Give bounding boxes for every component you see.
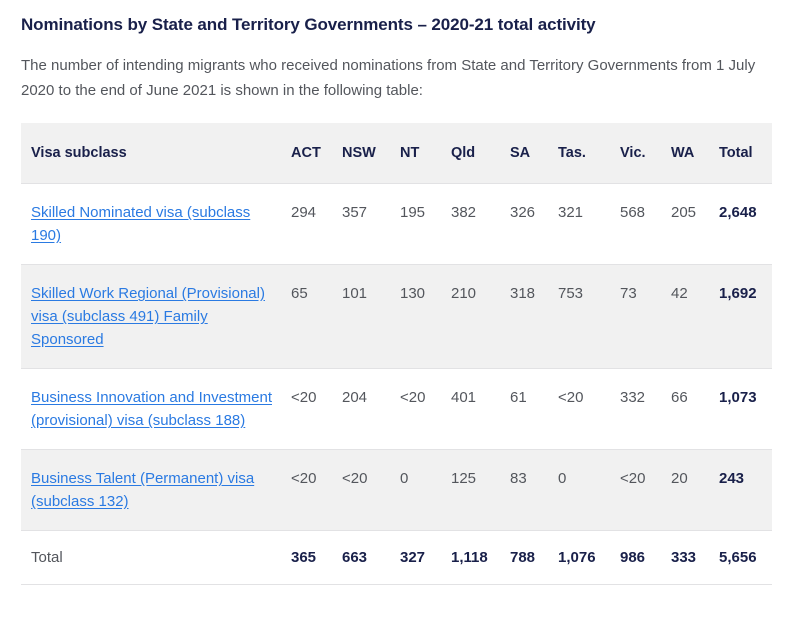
table-row: Skilled Work Regional (Provisional) visa… bbox=[21, 264, 772, 369]
table-footer: Total 365 663 327 1,118 788 1,076 986 33… bbox=[21, 530, 772, 586]
cell-sa: 83 bbox=[510, 449, 558, 531]
cell-nt: 0 bbox=[400, 449, 451, 531]
cell-wa: 42 bbox=[671, 264, 719, 369]
cell-act: <20 bbox=[291, 449, 342, 531]
cell-nt: 195 bbox=[400, 183, 451, 265]
cell-nsw: 357 bbox=[342, 183, 400, 265]
page-container: Nominations by State and Territory Gover… bbox=[0, 0, 792, 586]
row-label-cell: Business Talent (Permanent) visa (subcla… bbox=[21, 449, 291, 531]
column-header-wa: WA bbox=[671, 123, 719, 184]
table-footer-row: Total 365 663 327 1,118 788 1,076 986 33… bbox=[21, 530, 772, 586]
cell-tas: 321 bbox=[558, 183, 620, 265]
footer-cell-nsw: 663 bbox=[342, 530, 400, 586]
footer-cell-sa: 788 bbox=[510, 530, 558, 586]
column-header-qld: Qld bbox=[451, 123, 510, 184]
cell-nsw: <20 bbox=[342, 449, 400, 531]
cell-vic: 73 bbox=[620, 264, 671, 369]
cell-vic: 568 bbox=[620, 183, 671, 265]
cell-sa: 61 bbox=[510, 368, 558, 450]
cell-vic: <20 bbox=[620, 449, 671, 531]
cell-wa: 205 bbox=[671, 183, 719, 265]
cell-tas: 0 bbox=[558, 449, 620, 531]
cell-tas: <20 bbox=[558, 368, 620, 450]
cell-act: 65 bbox=[291, 264, 342, 369]
row-label-cell: Skilled Work Regional (Provisional) visa… bbox=[21, 264, 291, 369]
row-label-cell: Skilled Nominated visa (subclass 190) bbox=[21, 183, 291, 265]
cell-nsw: 101 bbox=[342, 264, 400, 369]
cell-tas: 753 bbox=[558, 264, 620, 369]
cell-sa: 326 bbox=[510, 183, 558, 265]
column-header-visa-subclass: Visa subclass bbox=[21, 123, 291, 184]
footer-cell-nt: 327 bbox=[400, 530, 451, 586]
footer-cell-wa: 333 bbox=[671, 530, 719, 586]
column-header-sa: SA bbox=[510, 123, 558, 184]
cell-wa: 66 bbox=[671, 368, 719, 450]
cell-qld: 401 bbox=[451, 368, 510, 450]
footer-cell-qld: 1,118 bbox=[451, 530, 510, 586]
cell-nt: <20 bbox=[400, 368, 451, 450]
footer-cell-act: 365 bbox=[291, 530, 342, 586]
table-body: Skilled Nominated visa (subclass 190) 29… bbox=[21, 183, 772, 531]
cell-act: 294 bbox=[291, 183, 342, 265]
cell-act: <20 bbox=[291, 368, 342, 450]
cell-total: 2,648 bbox=[719, 183, 772, 265]
cell-nt: 130 bbox=[400, 264, 451, 369]
cell-qld: 210 bbox=[451, 264, 510, 369]
visa-subclass-link[interactable]: Skilled Work Regional (Provisional) visa… bbox=[31, 285, 265, 348]
table-row: Skilled Nominated visa (subclass 190) 29… bbox=[21, 183, 772, 265]
cell-nsw: 204 bbox=[342, 368, 400, 450]
footer-cell-total: 5,656 bbox=[719, 530, 772, 586]
cell-qld: 125 bbox=[451, 449, 510, 531]
table-row: Business Innovation and Investment (prov… bbox=[21, 368, 772, 450]
cell-wa: 20 bbox=[671, 449, 719, 531]
nominations-table: Visa subclass ACT NSW NT Qld SA Tas. Vic… bbox=[21, 123, 772, 586]
table-header: Visa subclass ACT NSW NT Qld SA Tas. Vic… bbox=[21, 123, 772, 184]
cell-total: 1,692 bbox=[719, 264, 772, 369]
table-header-row: Visa subclass ACT NSW NT Qld SA Tas. Vic… bbox=[21, 123, 772, 184]
cell-vic: 332 bbox=[620, 368, 671, 450]
column-header-vic: Vic. bbox=[620, 123, 671, 184]
page-title: Nominations by State and Territory Gover… bbox=[21, 15, 596, 34]
intro-paragraph: The number of intending migrants who rec… bbox=[21, 57, 756, 100]
footer-cell-tas: 1,076 bbox=[558, 530, 620, 586]
column-header-act: ACT bbox=[291, 123, 342, 184]
cell-qld: 382 bbox=[451, 183, 510, 265]
column-header-total: Total bbox=[719, 123, 772, 184]
visa-subclass-link[interactable]: Business Talent (Permanent) visa (subcla… bbox=[31, 470, 254, 510]
footer-cell-vic: 986 bbox=[620, 530, 671, 586]
cell-total: 243 bbox=[719, 449, 772, 531]
column-header-tas: Tas. bbox=[558, 123, 620, 184]
footer-label: Total bbox=[21, 530, 291, 586]
visa-subclass-link[interactable]: Skilled Nominated visa (subclass 190) bbox=[31, 204, 250, 244]
row-label-cell: Business Innovation and Investment (prov… bbox=[21, 368, 291, 450]
cell-total: 1,073 bbox=[719, 368, 772, 450]
cell-sa: 318 bbox=[510, 264, 558, 369]
table-row: Business Talent (Permanent) visa (subcla… bbox=[21, 449, 772, 531]
visa-subclass-link[interactable]: Business Innovation and Investment (prov… bbox=[31, 389, 272, 429]
column-header-nsw: NSW bbox=[342, 123, 400, 184]
column-header-nt: NT bbox=[400, 123, 451, 184]
